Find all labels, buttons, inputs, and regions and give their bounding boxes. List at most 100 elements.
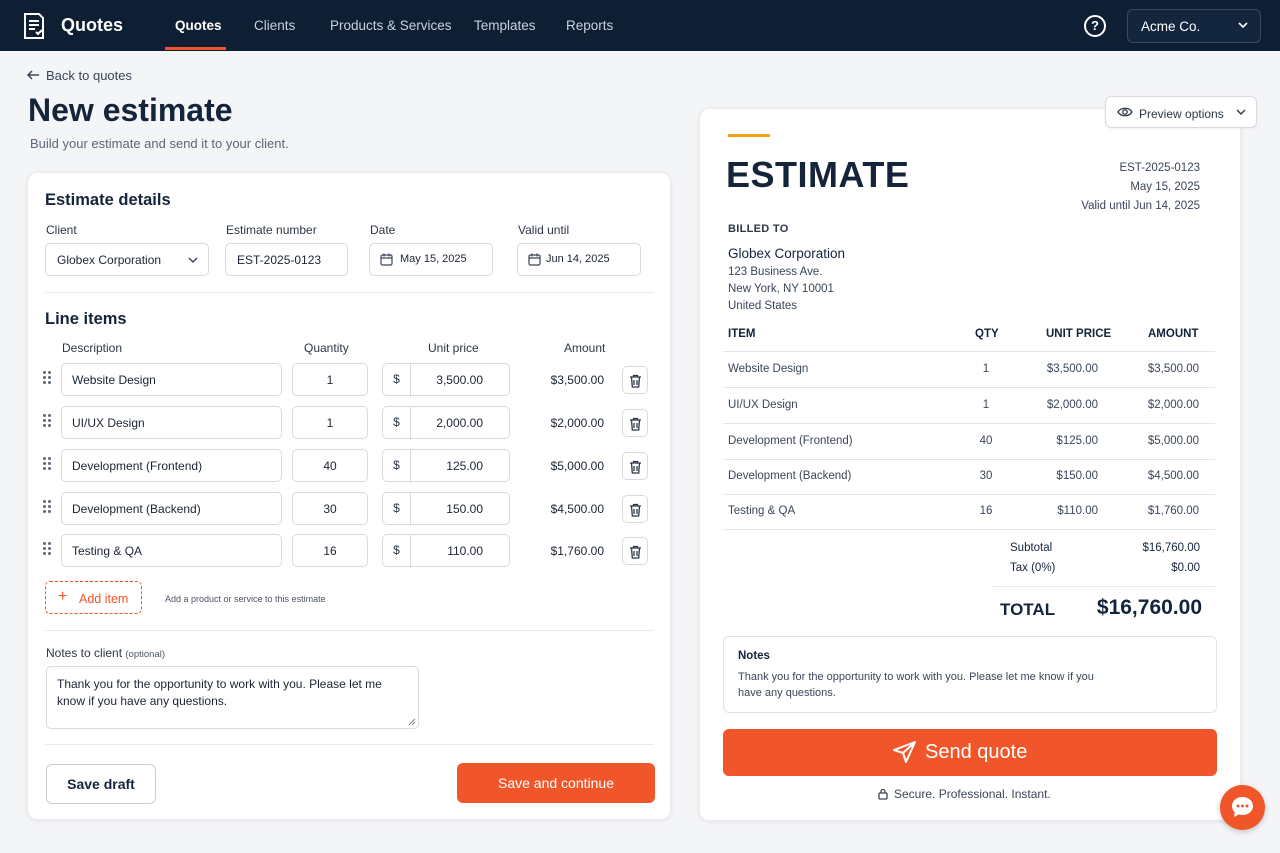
estimate-preview-card: ESTIMATE EST-2025-0123 May 15, 2025 Vali… <box>699 108 1241 821</box>
item-quantity-value: 1 <box>326 373 334 387</box>
item-unit-price-value: 150.00 <box>446 502 483 516</box>
total-value: $16,760.00 <box>1096 596 1202 619</box>
add-item-label: Add item <box>79 592 129 606</box>
item-description-input[interactable]: Development (Frontend) <box>61 449 282 482</box>
currency-prefix: $ <box>383 364 411 397</box>
help-icon[interactable]: ? <box>1084 15 1106 37</box>
divider <box>45 292 654 293</box>
item-description-input[interactable]: Development (Backend) <box>61 492 282 525</box>
preview-item-qty: 1 <box>982 363 990 375</box>
item-quantity-input[interactable]: 30 <box>292 492 368 525</box>
calendar-icon <box>380 253 393 266</box>
chevron-down-icon <box>1238 22 1248 29</box>
nav-quotes[interactable]: Quotes <box>175 18 222 33</box>
arrow-left-icon <box>26 70 39 80</box>
item-unit-price-input[interactable]: $ 150.00 <box>382 492 510 526</box>
drag-handle-icon[interactable] <box>43 500 51 514</box>
app-title: Quotes <box>61 15 124 35</box>
nav-clients[interactable]: Clients <box>254 18 295 33</box>
estimate-details-title: Estimate details <box>45 191 171 209</box>
item-description-value: Development (Frontend) <box>72 459 203 473</box>
item-description-input[interactable]: Testing & QA <box>61 534 282 567</box>
resize-handle-icon[interactable] <box>408 718 416 726</box>
item-quantity-input[interactable]: 1 <box>292 363 368 396</box>
save-and-continue-button[interactable]: Save and continue <box>457 763 655 803</box>
divider <box>723 423 1215 424</box>
preview-options-dropdown[interactable]: Preview options <box>1105 96 1257 128</box>
item-quantity-input[interactable]: 1 <box>292 406 368 439</box>
drag-handle-icon[interactable] <box>43 414 51 428</box>
client-select[interactable]: Globex Corporation <box>45 243 209 276</box>
preview-item-name: UI/UX Design <box>728 399 798 411</box>
divider <box>45 630 654 631</box>
item-description-input[interactable]: UI/UX Design <box>61 406 282 439</box>
drag-handle-icon[interactable] <box>43 542 51 556</box>
valid-until-value: Jun 14, 2025 <box>546 253 610 265</box>
preview-item-unit-price: $150.00 <box>1056 470 1098 482</box>
item-quantity-input[interactable]: 16 <box>292 534 368 567</box>
preview-item-unit-price: $110.00 <box>1057 505 1098 517</box>
preview-item-amount: $5,000.00 <box>1147 435 1199 447</box>
delete-item-button[interactable] <box>622 366 648 394</box>
delete-item-button[interactable] <box>622 537 648 565</box>
drag-handle-icon[interactable] <box>43 457 51 471</box>
preview-item-amount: $1,760.00 <box>1147 505 1199 517</box>
drag-handle-icon[interactable] <box>43 371 51 385</box>
item-quantity-value: 30 <box>323 502 337 516</box>
quote-document-icon <box>24 13 44 39</box>
divider <box>723 351 1215 352</box>
notes-label: Notes to client (optional) <box>46 646 165 660</box>
delete-item-button[interactable] <box>622 409 648 437</box>
subtotal-label: Subtotal <box>1010 542 1053 554</box>
line-items-title: Line items <box>45 310 127 328</box>
add-item-hint: Add a product or service to this estimat… <box>165 594 326 604</box>
account-switcher[interactable]: Acme Co. <box>1127 9 1261 43</box>
delete-item-button[interactable] <box>622 452 648 480</box>
preview-item-name: Development (Frontend) <box>728 435 853 447</box>
item-unit-price-value: 110.00 <box>447 544 483 558</box>
currency-prefix: $ <box>383 493 411 526</box>
preview-item-qty: 30 <box>979 470 993 482</box>
item-quantity-input[interactable]: 40 <box>292 449 368 482</box>
notes-textarea[interactable]: Thank you for the opportunity to work wi… <box>46 666 419 729</box>
send-quote-button[interactable]: Send quote <box>723 729 1217 776</box>
col-quantity: Quantity <box>304 341 349 355</box>
save-draft-button[interactable]: Save draft <box>46 764 156 804</box>
divider <box>723 387 1215 388</box>
nav-reports[interactable]: Reports <box>566 18 613 33</box>
divider <box>993 586 1215 587</box>
add-item-button[interactable]: + Add item <box>45 581 142 614</box>
delete-item-button[interactable] <box>622 495 648 523</box>
item-description-value: Website Design <box>72 373 156 387</box>
preview-col-qty: QTY <box>975 328 999 340</box>
preview-item-qty: 16 <box>979 505 993 517</box>
back-link[interactable]: Back to quotes <box>26 68 132 83</box>
preview-col-item: ITEM <box>728 328 756 340</box>
divider <box>723 529 1215 530</box>
col-amount: Amount <box>564 341 606 355</box>
date-input[interactable]: May 15, 2025 <box>369 243 493 276</box>
secure-tagline: Secure. Professional. Instant. <box>878 787 1051 801</box>
item-amount: $4,500.00 <box>550 502 604 516</box>
page-title: New estimate <box>28 92 233 128</box>
divider <box>45 744 654 745</box>
item-unit-price-input[interactable]: $ 3,500.00 <box>382 363 510 397</box>
nav-templates[interactable]: Templates <box>474 18 536 33</box>
estimate-number-input[interactable]: EST-2025-0123 <box>225 243 348 276</box>
chevron-down-icon <box>1236 109 1246 115</box>
item-unit-price-input[interactable]: $ 2,000.00 <box>382 406 510 440</box>
chat-support-button[interactable] <box>1220 785 1265 830</box>
nav-products-services[interactable]: Products & Services <box>330 18 452 33</box>
valid-until-input[interactable]: Jun 14, 2025 <box>517 243 641 276</box>
notes-label-text: Notes to client <box>46 646 123 660</box>
item-unit-price-input[interactable]: $ 110.00 <box>382 534 510 568</box>
valid-until-label: Valid until <box>518 223 570 237</box>
preview-item-name: Website Design <box>728 363 809 375</box>
preview-item-name: Development (Backend) <box>728 470 852 482</box>
preview-col-unit-price: UNIT PRICE <box>1046 328 1112 340</box>
item-description-input[interactable]: Website Design <box>61 363 282 396</box>
item-description-value: Development (Backend) <box>72 502 201 516</box>
estimate-number-value: EST-2025-0123 <box>237 253 322 267</box>
currency-prefix: $ <box>383 407 411 440</box>
item-unit-price-input[interactable]: $ 125.00 <box>382 449 510 483</box>
